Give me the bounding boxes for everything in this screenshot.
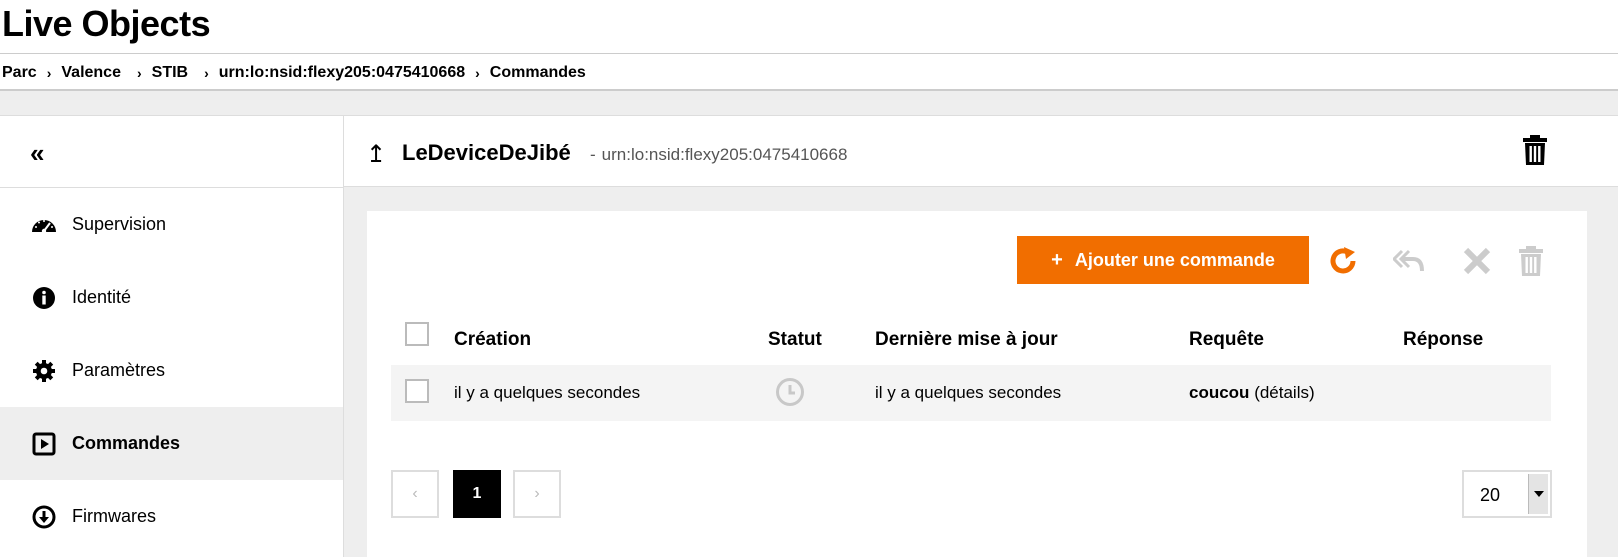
clock-icon: [775, 377, 805, 412]
device-name: LeDeviceDeJibé: [402, 140, 571, 165]
device-header: ↥ LeDeviceDeJibé - urn:lo:nsid:flexy205:0…: [344, 115, 1618, 187]
column-header-statut[interactable]: Statut: [768, 329, 822, 351]
page-size-select[interactable]: 20: [1462, 470, 1552, 518]
commands-panel: + Ajouter une commande Création Statut D…: [367, 211, 1587, 557]
column-header-last-update[interactable]: Dernière mise à jour: [875, 329, 1058, 351]
title-divider: [0, 53, 1618, 54]
page-1-button[interactable]: 1: [453, 470, 501, 518]
breadcrumb-item-device[interactable]: urn:lo:nsid:flexy205:0475410668: [219, 64, 465, 82]
reply-all-icon: [1393, 249, 1424, 272]
breadcrumb-item-valence[interactable]: Valence: [61, 64, 121, 82]
refresh-button[interactable]: [1325, 243, 1361, 279]
add-command-button[interactable]: + Ajouter une commande: [1017, 236, 1309, 284]
next-page-button[interactable]: ›: [513, 470, 561, 518]
row-checkbox[interactable]: [405, 379, 429, 403]
device-urn-separator: -: [590, 145, 596, 164]
collapse-sidebar-button[interactable]: «: [30, 140, 44, 166]
play-square-icon: [30, 430, 58, 458]
header-spacer: [0, 91, 1618, 115]
column-header-response[interactable]: Réponse: [1403, 329, 1483, 351]
cancel-command-button[interactable]: [1459, 243, 1495, 279]
close-icon: [1463, 247, 1491, 275]
sidebar-item-label: Identité: [72, 287, 132, 307]
breadcrumb-item-stib[interactable]: STIB: [152, 64, 188, 82]
app-title: Live Objects: [2, 3, 211, 44]
trash-icon: [1523, 135, 1547, 165]
back-up-icon[interactable]: ↥: [366, 140, 386, 169]
delete-device-button[interactable]: [1522, 134, 1548, 171]
refresh-icon: [1330, 247, 1356, 274]
breadcrumb-separator: ›: [46, 65, 52, 81]
gauge-icon: [30, 211, 58, 239]
sidebar-item-parametres[interactable]: Paramètres: [0, 334, 343, 407]
breadcrumb-item-current: Commandes: [489, 64, 586, 81]
breadcrumb-separator: ›: [204, 65, 209, 81]
prev-page-button[interactable]: ‹: [391, 470, 439, 518]
plus-icon: +: [1051, 248, 1063, 271]
table-row[interactable]: il y a quelques secondes il y a quelques…: [391, 365, 1551, 421]
download-circle-icon: [30, 503, 58, 531]
breadcrumb-separator: ›: [475, 65, 480, 81]
chevron-down-icon[interactable]: [1528, 474, 1548, 514]
device-urn: - urn:lo:nsid:flexy205:0475410668: [590, 145, 847, 165]
sidebar-item-label: Firmwares: [72, 506, 156, 526]
breadcrumb: Parc › Valence › STIB › urn:lo:nsid:flex…: [2, 64, 586, 82]
sidebar-item-commandes[interactable]: Commandes: [0, 407, 343, 480]
request-details-link[interactable]: (détails): [1254, 383, 1314, 402]
sidebar-item-firmwares[interactable]: Firmwares: [0, 480, 343, 553]
sidebar-item-label: Paramètres: [72, 360, 166, 380]
sidebar-item-label: Supervision: [72, 214, 167, 234]
sidebar: « Supervision Identité Paramètres Comman…: [0, 115, 344, 557]
add-command-label: Ajouter une commande: [1074, 249, 1275, 270]
sidebar-item-identite[interactable]: Identité: [0, 261, 343, 334]
sidebar-item-label: Commandes: [72, 433, 181, 453]
trash-icon: [1519, 246, 1543, 276]
breadcrumb-separator: ›: [136, 65, 142, 81]
page-size-value: 20: [1480, 485, 1501, 505]
request-name: coucou: [1189, 383, 1250, 402]
gear-icon: [30, 357, 58, 385]
sidebar-item-supervision[interactable]: Supervision: [0, 188, 343, 261]
cell-last-update: il y a quelques secondes: [875, 383, 1062, 402]
info-icon: [30, 284, 58, 312]
delete-command-button[interactable]: [1513, 243, 1549, 279]
column-header-request[interactable]: Requête: [1189, 329, 1264, 351]
device-urn-text: urn:lo:nsid:flexy205:0475410668: [601, 145, 848, 164]
select-all-checkbox[interactable]: [405, 322, 429, 346]
breadcrumb-item-parc[interactable]: Parc: [2, 64, 37, 82]
column-header-creation[interactable]: Création: [454, 329, 531, 351]
reply-button[interactable]: [1391, 243, 1427, 279]
cell-creation: il y a quelques secondes: [454, 383, 641, 402]
cell-request: coucou (détails): [1189, 383, 1315, 403]
